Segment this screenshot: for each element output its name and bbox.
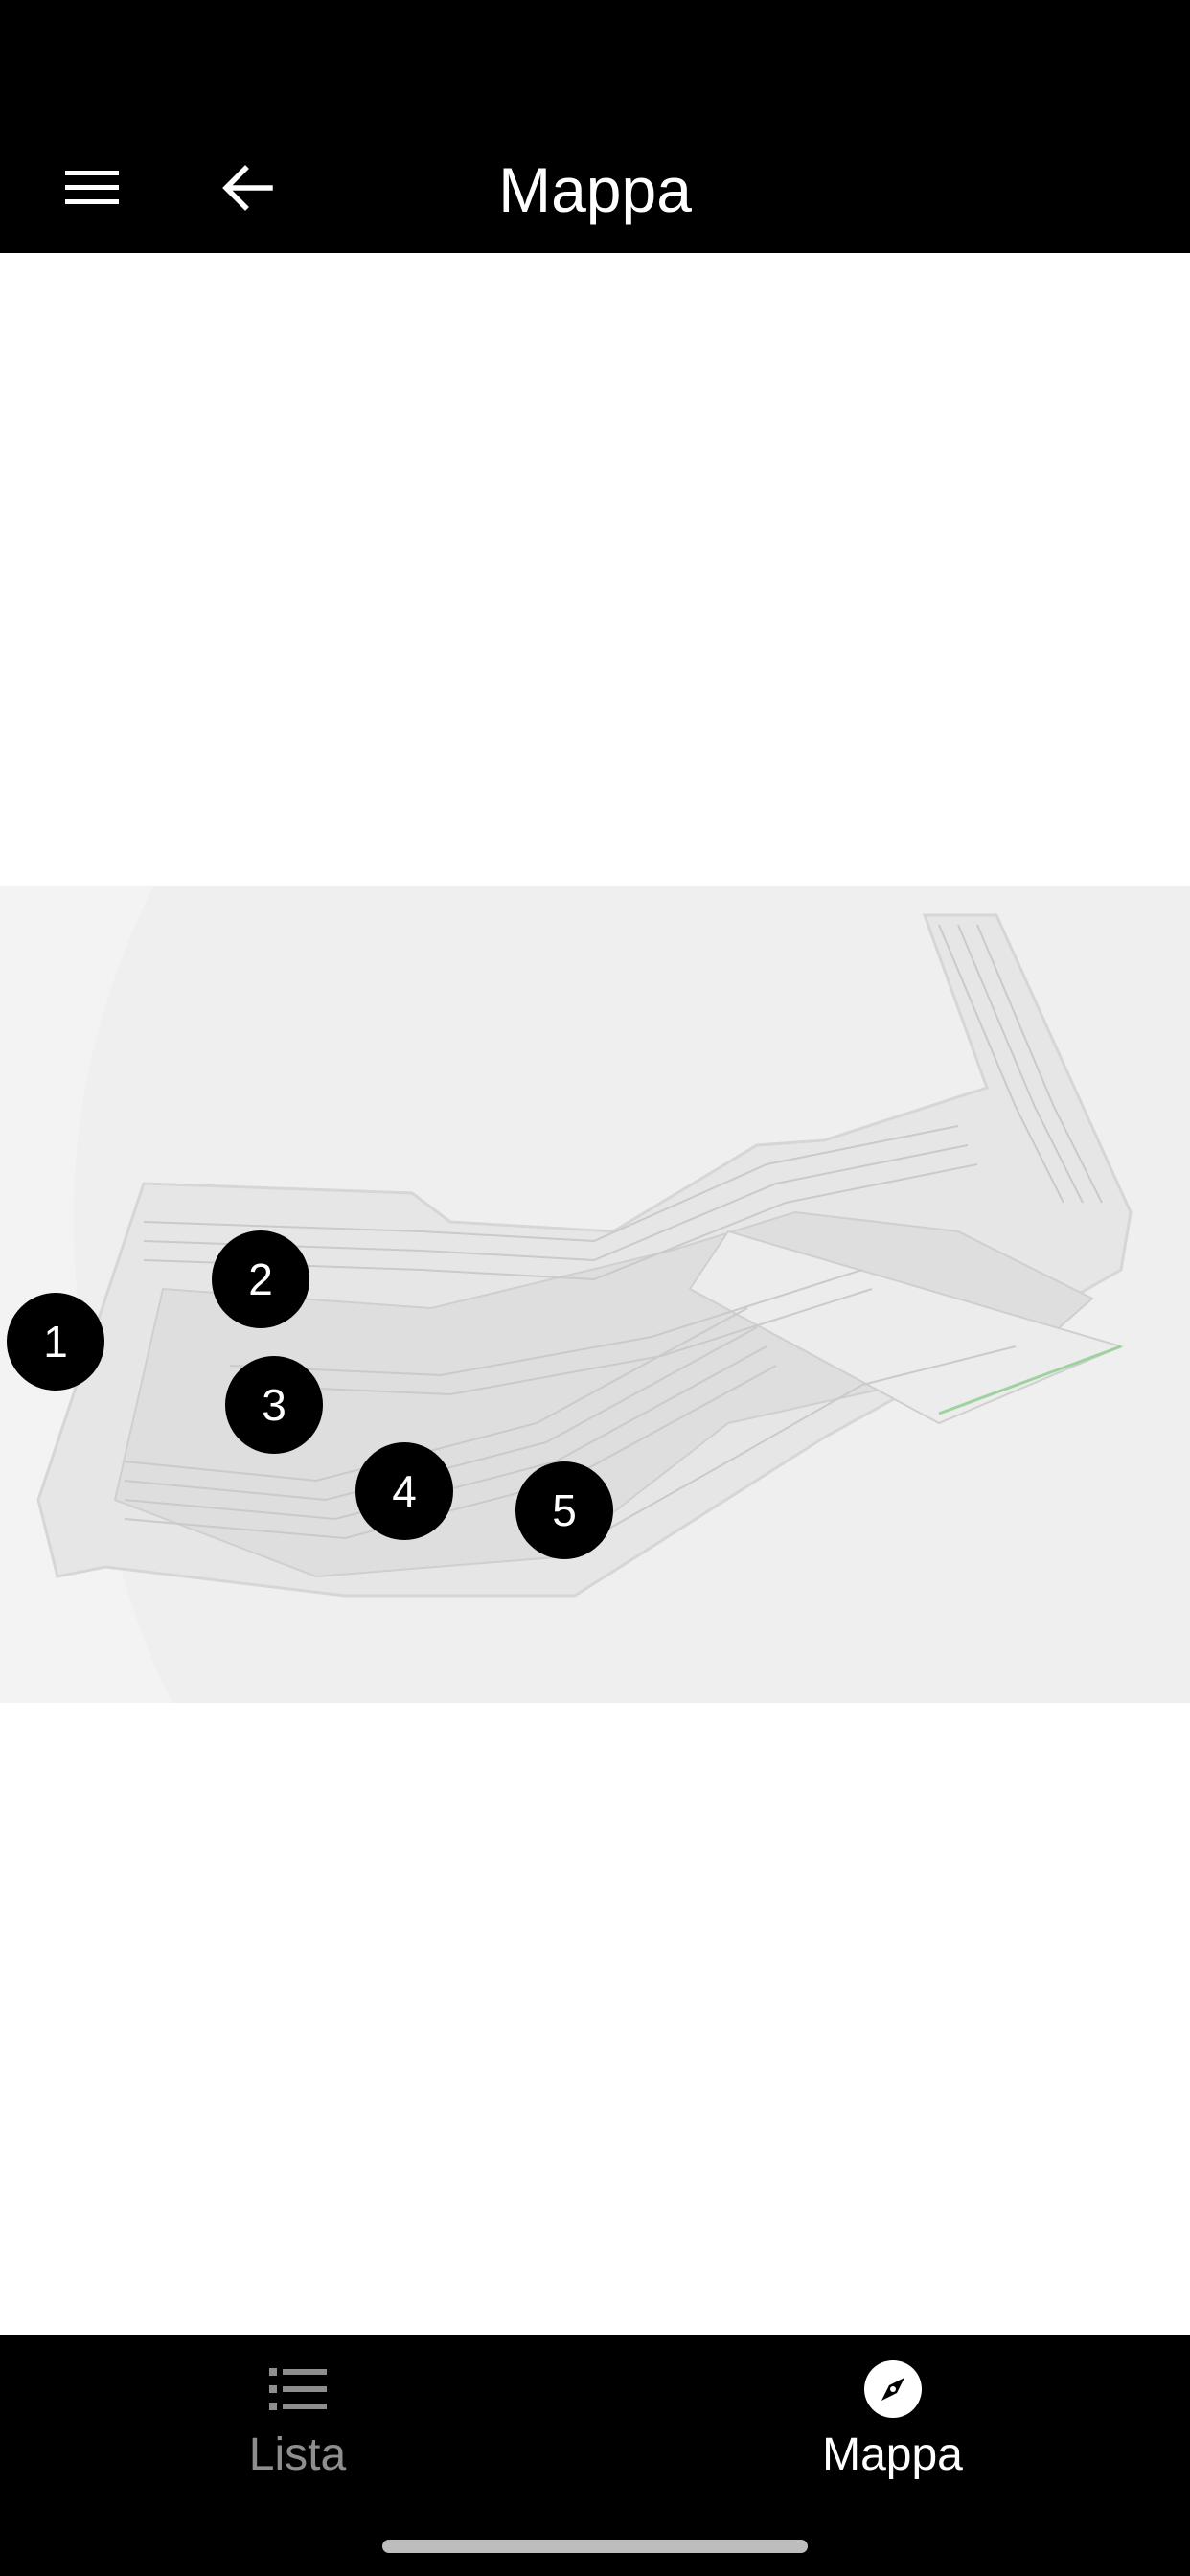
- map-view[interactable]: 1 2 3 4 5: [0, 886, 1190, 1703]
- marker-label: 5: [552, 1485, 577, 1535]
- top-app-bar: Mappa: [0, 0, 1190, 253]
- marker-label: 4: [392, 1466, 417, 1516]
- map-marker-4[interactable]: 4: [355, 1442, 453, 1540]
- home-indicator[interactable]: [382, 2540, 808, 2553]
- marker-label: 3: [262, 1380, 286, 1430]
- map-marker-3[interactable]: 3: [225, 1356, 323, 1454]
- tab-label: Mappa: [822, 2429, 963, 2480]
- list-icon: [264, 2356, 332, 2423]
- marker-label: 2: [248, 1254, 273, 1304]
- building-floorplan: [36, 886, 1190, 1703]
- map-marker-2[interactable]: 2: [212, 1230, 309, 1328]
- map-marker-5[interactable]: 5: [515, 1461, 613, 1559]
- tab-label: Lista: [248, 2429, 347, 2480]
- map-marker-1[interactable]: 1: [7, 1293, 104, 1391]
- tab-lista[interactable]: Lista: [0, 2334, 595, 2526]
- compass-icon: [859, 2356, 927, 2423]
- page-title: Mappa: [498, 154, 692, 225]
- marker-label: 1: [43, 1317, 68, 1367]
- bottom-navigation: Lista Mappa: [0, 2334, 1190, 2576]
- tab-mappa[interactable]: Mappa: [595, 2334, 1190, 2526]
